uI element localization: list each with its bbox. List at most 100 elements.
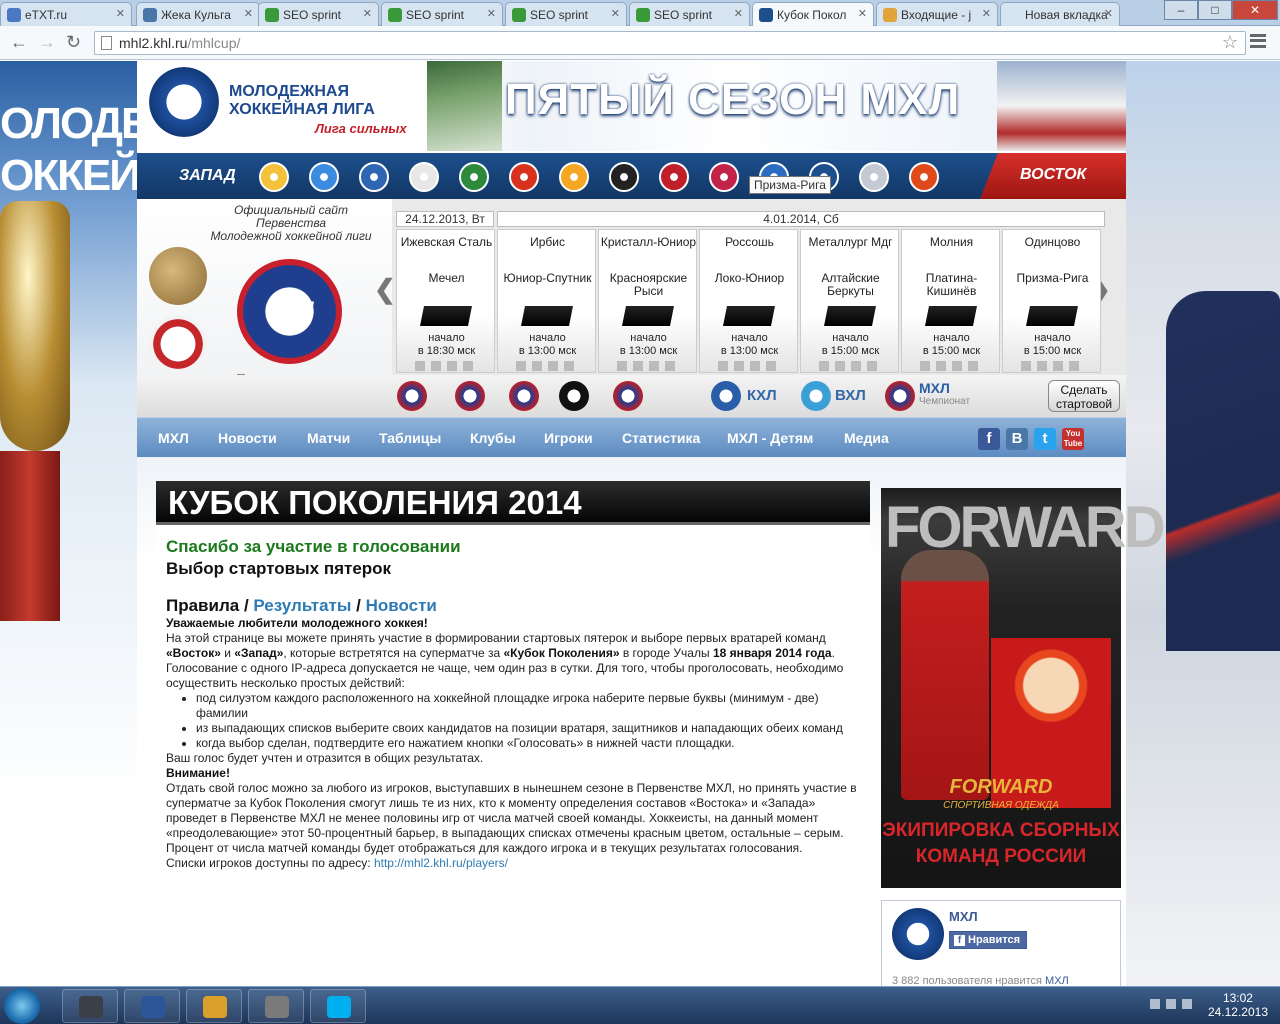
- make-homepage-button[interactable]: Сделать стартовой: [1048, 380, 1120, 412]
- league-logo-icon[interactable]: [397, 381, 427, 411]
- media-icon: [265, 996, 289, 1018]
- fb-like-label: Нравится: [968, 934, 1021, 946]
- fb-page-logo[interactable]: [892, 908, 944, 960]
- nav-item[interactable]: Таблицы: [379, 430, 441, 446]
- taskbar-app-media[interactable]: [248, 989, 304, 1023]
- nav-item[interactable]: Игроки: [544, 430, 593, 446]
- bookmark-star-icon[interactable]: ☆: [1222, 32, 1238, 53]
- game-card[interactable]: Ижевская Сталь Мечел начало в 18:30 мск: [396, 229, 495, 373]
- browser-tab[interactable]: Входящие - j ✕: [876, 2, 998, 26]
- start-button[interactable]: [4, 988, 40, 1024]
- back-icon[interactable]: ←: [10, 32, 28, 53]
- tray-network-icon[interactable]: [1166, 999, 1176, 1009]
- nav-item[interactable]: Матчи: [307, 430, 350, 446]
- fb-like-button[interactable]: f Нравится: [949, 931, 1028, 949]
- nav-item[interactable]: Клубы: [470, 430, 516, 446]
- game-card[interactable]: Металлург Мдг Алтайские Беркуты начало в 15…: [800, 229, 899, 373]
- nav-item[interactable]: Новости: [218, 430, 277, 446]
- nav-item[interactable]: Медиа: [844, 430, 889, 446]
- facebook-icon: f: [954, 935, 965, 946]
- forward-ad-banner[interactable]: FORWARD FORWARD СПОРТИВНАЯ ОДЕЖДА ЭКИПИР…: [881, 488, 1166, 888]
- league-logo-icon[interactable]: [509, 381, 539, 411]
- players-link[interactable]: http://mhl2.khl.ru/players/: [374, 856, 508, 870]
- browser-tab[interactable]: Жека Кульга ✕: [136, 2, 260, 26]
- team-logo-icon[interactable]: [409, 162, 439, 192]
- tab-close-icon[interactable]: ✕: [611, 7, 620, 20]
- tab-close-icon[interactable]: ✕: [363, 7, 372, 20]
- tab-close-icon[interactable]: ✕: [244, 7, 253, 20]
- minimize-button[interactable]: –: [1164, 0, 1198, 20]
- youtube-icon[interactable]: You Tube: [1062, 428, 1084, 450]
- taskbar-app-chrome[interactable]: [186, 989, 242, 1023]
- league-logo-icon[interactable]: [455, 381, 485, 411]
- season-logo[interactable]: 5: [149, 67, 219, 137]
- team-logo-icon[interactable]: [709, 162, 739, 192]
- tray-volume-icon[interactable]: [1182, 999, 1192, 1009]
- tab-close-icon[interactable]: ✕: [487, 7, 496, 20]
- tab-close-icon[interactable]: ✕: [982, 7, 991, 20]
- taskbar-app-steam[interactable]: [62, 989, 118, 1023]
- nav-item[interactable]: МХЛ: [158, 430, 189, 446]
- taskbar-app-word[interactable]: [124, 989, 180, 1023]
- chrome-menu-icon[interactable]: [1250, 34, 1266, 48]
- game-start: начало в 13:00 мск: [700, 332, 799, 358]
- twitter-icon[interactable]: t: [1034, 428, 1056, 450]
- forward-icon[interactable]: →: [38, 32, 56, 53]
- team-logo-icon[interactable]: [859, 162, 889, 192]
- browser-tab[interactable]: Кубок Покол ✕: [752, 2, 874, 27]
- list-item: под силуэтом каждого расположенного на х…: [196, 691, 866, 721]
- mhl-logo[interactable]: МХЛ: [237, 259, 342, 364]
- team-logo-icon[interactable]: [459, 162, 489, 192]
- carousel-prev-button[interactable]: ❮: [374, 274, 396, 314]
- team-logo-icon[interactable]: [359, 162, 389, 192]
- browser-tab[interactable]: SEO sprint ✕: [629, 2, 750, 26]
- tab-close-icon[interactable]: ✕: [734, 7, 743, 20]
- tray-flag-icon[interactable]: [1150, 999, 1160, 1009]
- league-logo-icon[interactable]: [613, 381, 643, 411]
- mhl-champ-link[interactable]: МХЛ Чемпионат: [919, 381, 970, 409]
- team-logo-icon[interactable]: [259, 162, 289, 192]
- vhl-logo-icon[interactable]: [801, 381, 831, 411]
- browser-tab[interactable]: SEO sprint ✕: [381, 2, 503, 26]
- clock[interactable]: 13:02 24.12.2013: [1208, 991, 1268, 1019]
- team-logo-icon[interactable]: [609, 162, 639, 192]
- tab-news[interactable]: Новости: [366, 596, 437, 615]
- taskbar-app-skype[interactable]: [310, 989, 366, 1023]
- browser-tab[interactable]: SEO sprint ✕: [505, 2, 627, 26]
- fb-page-name[interactable]: МХЛ: [949, 909, 978, 924]
- home-team: Ирбис: [530, 235, 565, 249]
- tab-rules[interactable]: Правила: [166, 596, 239, 615]
- tab-close-icon[interactable]: ✕: [1104, 7, 1113, 20]
- game-card[interactable]: Ирбис Юниор-Спутник начало в 13:00 мск: [497, 229, 596, 373]
- khl-link[interactable]: КХЛ: [747, 387, 777, 404]
- game-card[interactable]: Кристалл-Юниор Красноярские Рыси начало в 1…: [598, 229, 697, 373]
- team-logo-icon[interactable]: [509, 162, 539, 192]
- tab-close-icon[interactable]: ✕: [116, 7, 125, 20]
- vhl-link[interactable]: ВХЛ: [835, 387, 866, 404]
- address-bar[interactable]: mhl2.khl.ru/mhlcup/: [94, 31, 1246, 55]
- conference-east-link[interactable]: ВОСТОК: [980, 153, 1126, 199]
- tab-results[interactable]: Результаты: [253, 596, 351, 615]
- team-logo-icon[interactable]: [309, 162, 339, 192]
- game-card[interactable]: Молния Платина-Кишинёв начало в 15:00 мск: [901, 229, 1000, 373]
- team-logo-icon[interactable]: [559, 162, 589, 192]
- browser-tab[interactable]: eTXT.ru ✕: [0, 2, 132, 26]
- nav-item[interactable]: Статистика: [622, 430, 700, 446]
- facebook-icon[interactable]: f: [978, 428, 1000, 450]
- tab-close-icon[interactable]: ✕: [858, 7, 867, 20]
- browser-tab[interactable]: SEO sprint ✕: [258, 2, 379, 26]
- browser-tab[interactable]: Новая вкладка ✕: [1000, 2, 1120, 26]
- conference-west-link[interactable]: ЗАПАД: [179, 167, 236, 185]
- game-card[interactable]: Россошь Локо-Юниор начало в 13:00 мск: [699, 229, 798, 373]
- reload-icon[interactable]: ↻: [66, 32, 81, 53]
- vkontakte-icon[interactable]: B: [1006, 428, 1028, 450]
- team-logo-icon[interactable]: [909, 162, 939, 192]
- team-logo-icon[interactable]: [659, 162, 689, 192]
- game-card[interactable]: Одинцово Призма-Рига начало в 15:00 мск: [1002, 229, 1101, 373]
- mhl-champ-logo-icon[interactable]: [885, 381, 915, 411]
- khl-logo-icon[interactable]: [711, 381, 741, 411]
- maximize-button[interactable]: □: [1198, 0, 1232, 20]
- nav-item[interactable]: МХЛ - Детям: [727, 430, 813, 446]
- league-logo-icon[interactable]: [559, 381, 589, 411]
- close-window-button[interactable]: ✕: [1232, 0, 1278, 20]
